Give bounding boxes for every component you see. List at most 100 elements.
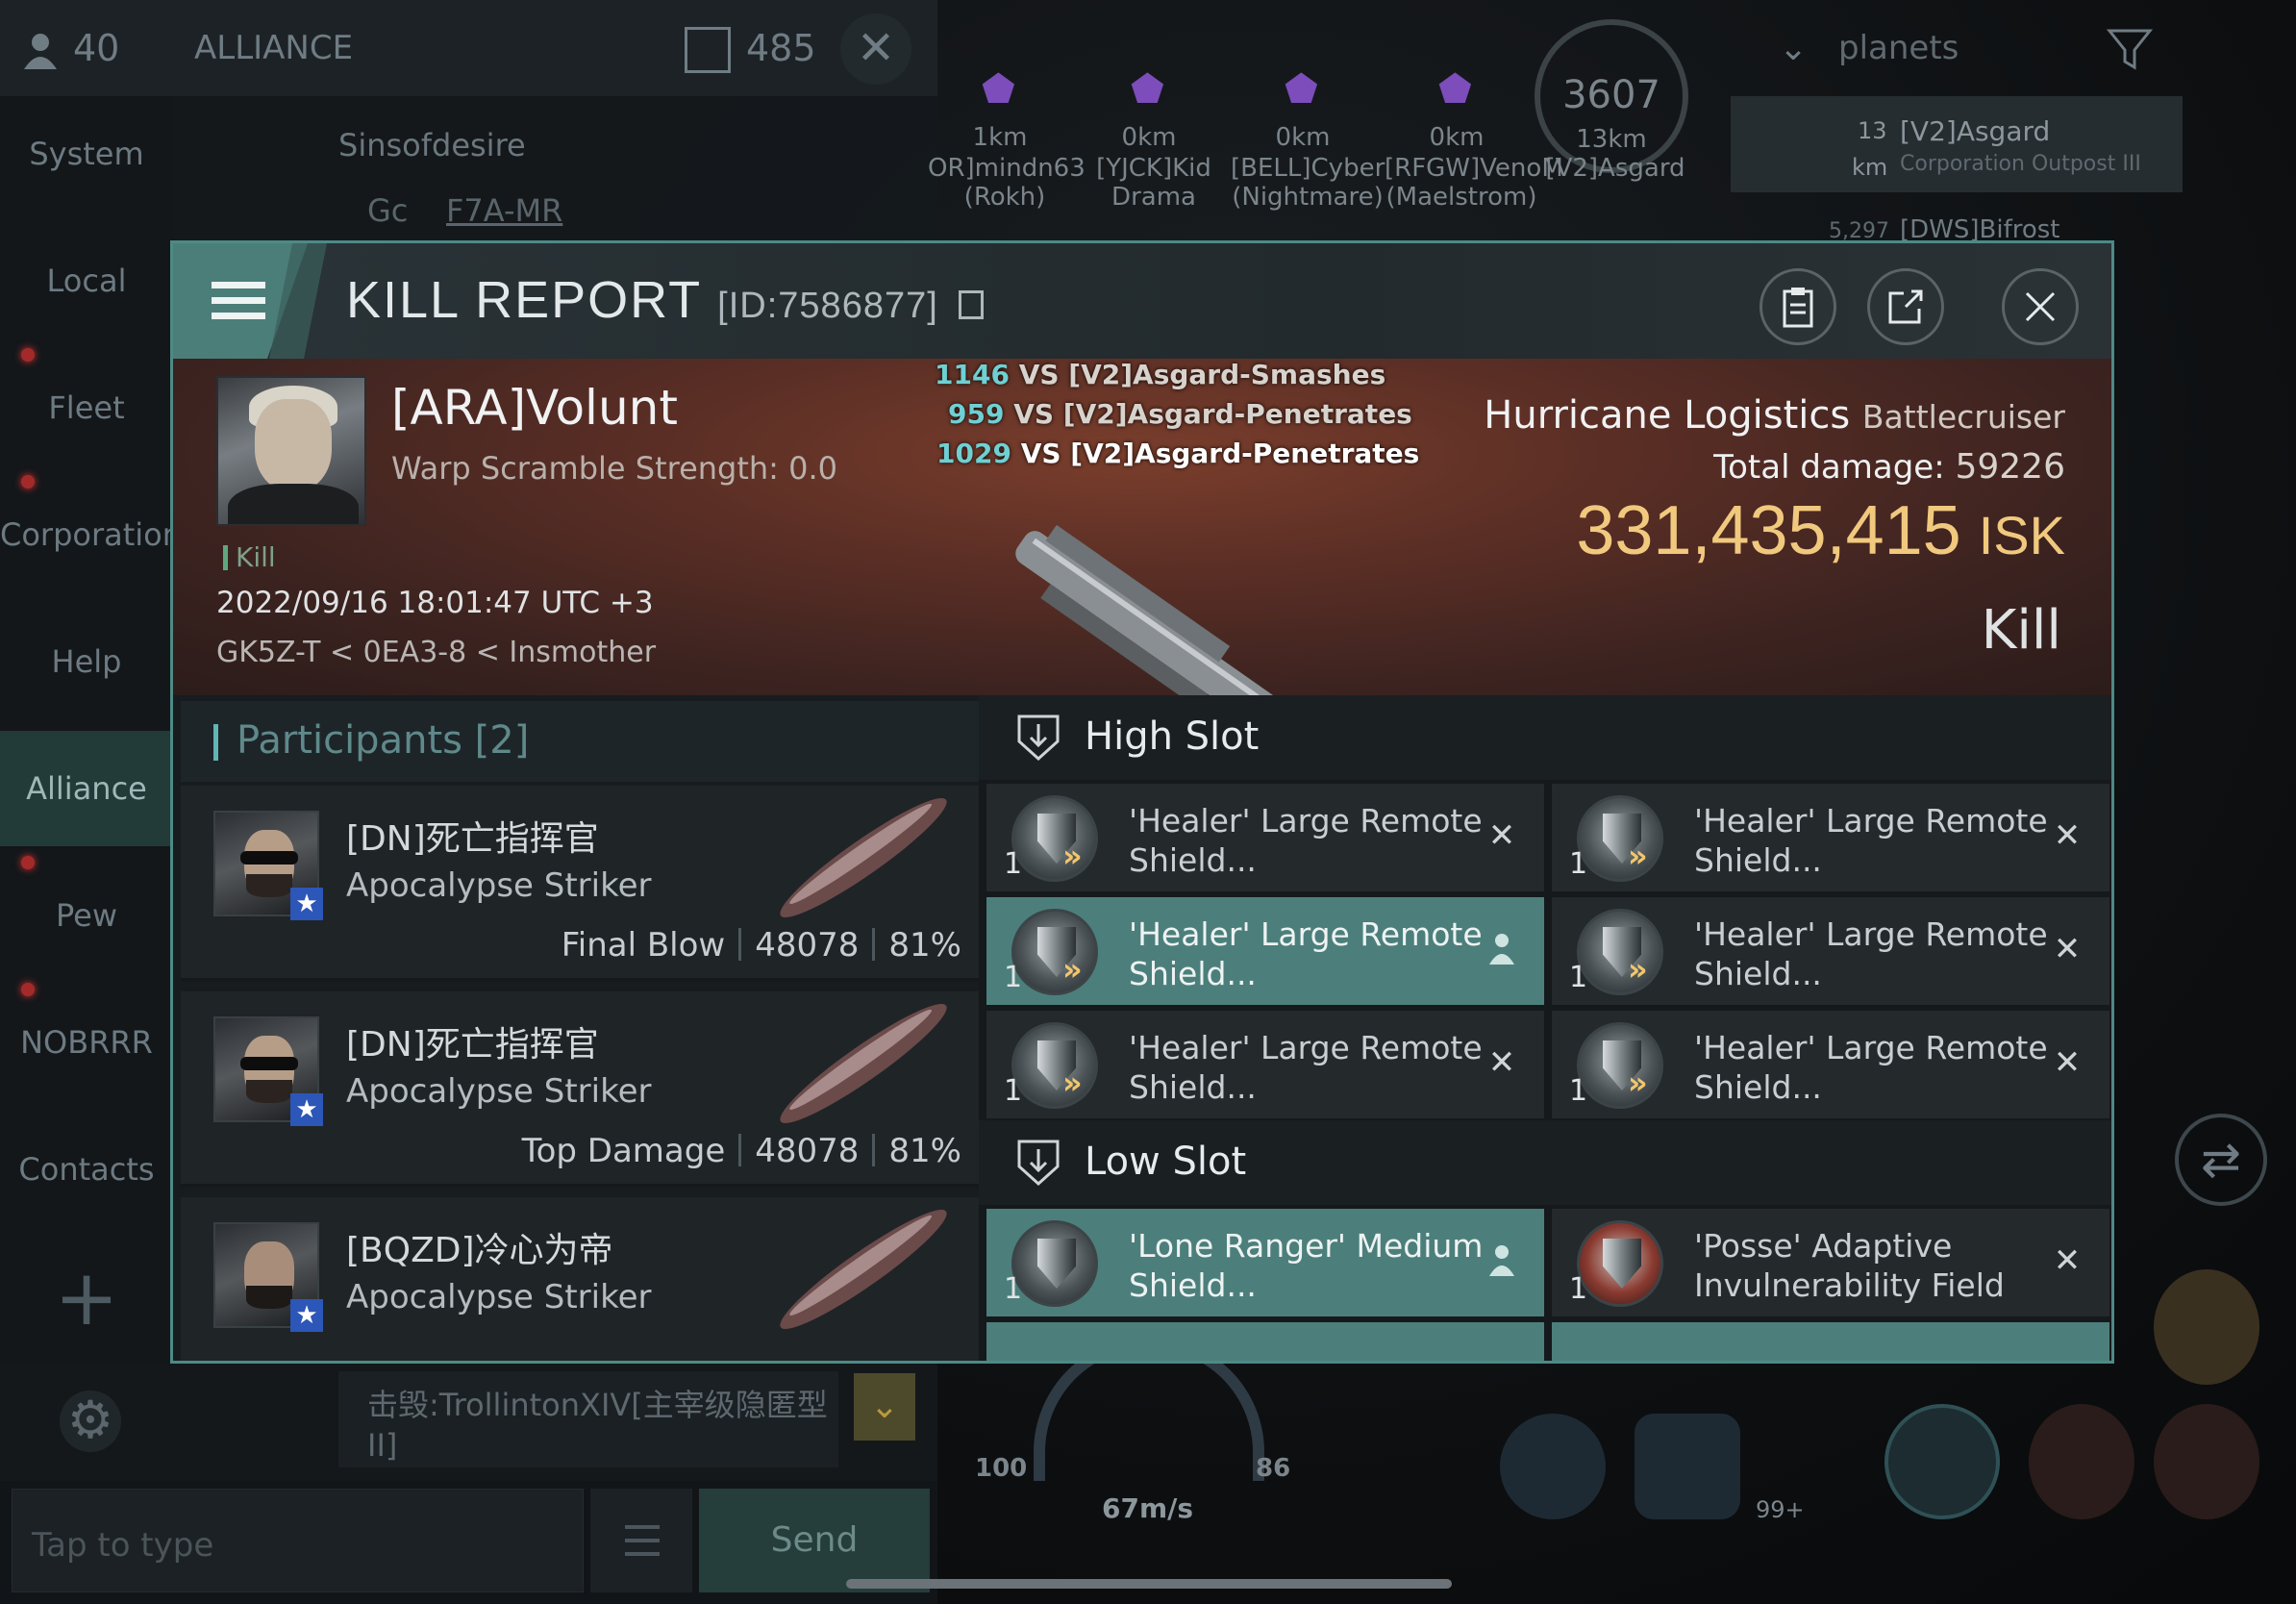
cargo-badge: 99+ [1756,1496,1805,1523]
location-link[interactable]: F7A-MR [446,192,562,229]
participant-percent: 81% [888,1132,961,1170]
participant-ship: Apocalypse Striker [346,866,652,905]
ship-name: Hurricane Logistics [1484,393,1851,438]
close-chat-button[interactable]: ✕ [840,13,911,85]
module-quantity: 1 [1569,847,1588,881]
nav-nobrrr[interactable]: NOBRRR [0,985,173,1100]
chat-input[interactable]: Tap to type [12,1489,584,1592]
share-icon [1888,289,1923,324]
module-slot[interactable]: 1 'Lone Ranger' Medium Shield... [986,1209,1544,1316]
module-button[interactable] [2029,1404,2134,1519]
shield-module-icon: » [1577,1022,1663,1109]
module-name: 'Healer' Large Remote Shield... [1694,802,2048,879]
participants-header: Participants [2] [181,701,979,782]
nav-corporation[interactable]: Corporation [0,477,182,592]
participant-row[interactable]: ★ [BQZD]冷心为帝 Apocalypse Striker [181,1197,979,1361]
participants-panel: Participants [2] ★ [DN]死亡指挥官 Apocalypse … [173,695,979,1361]
target-ship-icon: ⬟ [1285,67,1318,112]
filter-icon[interactable] [2106,25,2154,73]
module-button[interactable] [1635,1414,1740,1519]
module-button[interactable] [2154,1269,2259,1385]
participant-damage: 48078 [755,926,860,965]
clipboard-button[interactable] [1759,268,1836,345]
module-name: 'Lone Ranger' Medium Shield... [1129,1227,1484,1304]
overview-filter[interactable]: planets [1838,29,1959,67]
target-distance: 0km [1275,123,1331,152]
overview-unit: km [1852,154,1888,181]
target-extra-name: [V2]Asgard [1545,154,1685,183]
module-slot[interactable]: » 1 'Healer' Large Remote Shield... ✕ [1552,897,2109,1005]
module-name: 'Posse' Adaptive Invulnerability Field [1694,1227,2005,1304]
participant-ship-image [780,1003,947,1124]
copy-id-icon[interactable] [958,290,984,319]
destroyed-icon: ✕ [1487,1043,1516,1082]
module-slot[interactable]: » 1 'Healer' Large Remote Shield... ✕ [986,784,1544,891]
module-slot-partial[interactable] [1552,1322,2109,1361]
participant-ship: Apocalypse Striker [346,1278,652,1316]
module-name: 'Healer' Large Remote Shield... [1129,802,1483,879]
target-ship-icon: ⬟ [982,67,1015,112]
nav-pew[interactable]: Pew [0,858,173,973]
module-slot[interactable]: » 1 'Healer' Large Remote Shield... ✕ [1552,1011,2109,1118]
participant-role: Final Blow [561,926,726,965]
menu-icon [212,313,265,319]
participant-role: Top Damage [521,1132,726,1170]
low-slot-header: Low Slot [979,1120,2111,1205]
ship-class: Battlecruiser [1861,398,2065,436]
message-icon [685,27,731,73]
participant-name: [DN]死亡指挥官 [346,819,599,859]
participant-name: [DN]死亡指挥官 [346,1025,599,1065]
destroyed-icon: ✕ [2053,930,2082,968]
participant-stats: Final Blow 48078 81% [562,926,961,965]
target-distance: 0km [1429,123,1485,152]
module-slot[interactable]: 1 'Posse' Adaptive Invulnerability Field… [1552,1209,2109,1316]
target-name: OR]mindn63 (Rokh) [928,154,1086,212]
participant-row[interactable]: ★ [DN]死亡指挥官 Apocalypse Striker Top Damag… [181,991,979,1188]
invulnerability-field-icon [1577,1220,1663,1307]
target-ship-icon: ⬟ [1438,67,1472,112]
low-slot-icon [1017,1140,1060,1187]
combat-log-line: 1029 VS [V2]Asgard-Penetrates [936,438,1420,469]
nav-fleet[interactable]: Fleet [0,350,173,465]
kill-report-modal: KILL REPORT [ID:7586877] [ARA]Volunt War… [170,240,2114,1364]
star-badge-icon: ★ [290,1299,323,1332]
module-slot[interactable]: » 1 'Healer' Large Remote Shield... ✕ [986,1011,1544,1118]
expand-chevron-icon[interactable]: ⌄ [854,1373,915,1441]
module-slot[interactable]: » 1 'Healer' Large Remote Shield... ✕ [1552,784,2109,891]
module-button[interactable] [1884,1404,2000,1519]
target-ship-icon: ⬟ [1131,67,1164,112]
module-button[interactable] [1500,1414,1606,1519]
swap-icon[interactable]: ⇄ [2175,1114,2267,1206]
destroyed-icon: ✕ [2053,816,2082,855]
module-slot[interactable]: » 1 'Healer' Large Remote Shield... [986,897,1544,1005]
victim-portrait [216,376,366,526]
members-icon [21,31,60,69]
close-button[interactable] [2002,268,2079,345]
combat-log-line: 959 VS [V2]Asgard-Penetrates [948,398,1412,430]
nav-alliance[interactable]: Alliance [0,731,173,846]
isk-value: 331,435,415 ISK [1576,491,2065,570]
add-channel-button[interactable]: + [0,1241,173,1356]
combat-log-line: 1146 VS [V2]Asgard-Smashes [935,359,1386,390]
high-slot-header: High Slot [979,695,2111,780]
nav-local[interactable]: Local [0,223,173,338]
kill-tag: Kill [223,541,276,573]
module-button[interactable] [2154,1404,2259,1519]
nav-system[interactable]: System [0,96,173,212]
overview-sub: Corporation Outpost III [1900,152,2141,176]
share-button[interactable] [1867,268,1944,345]
chevron-down-icon[interactable]: ⌄ [1779,29,1808,68]
module-slot-partial[interactable] [986,1322,1544,1361]
nav-contacts[interactable]: Contacts [0,1112,173,1227]
settings-gear-icon[interactable]: ⚙ [60,1391,121,1452]
send-button[interactable]: Send [699,1489,930,1592]
module-name: 'Healer' Large Remote Shield... [1694,1029,2048,1106]
nav-help[interactable]: Help [0,604,173,719]
participant-name: [BQZD]冷心为帝 [346,1231,613,1270]
chat-menu-button[interactable] [590,1489,692,1592]
participants-label: Participants [2] [237,718,530,763]
overview-row[interactable]: 13 km [V2]Asgard Corporation Outpost III [1731,96,2183,192]
victim-summary: [ARA]Volunt Warp Scramble Strength: 0.0 … [173,359,2111,744]
participant-stats: Top Damage 48078 81% [522,1132,961,1170]
participant-row[interactable]: ★ [DN]死亡指挥官 Apocalypse Striker Final Blo… [181,786,979,982]
